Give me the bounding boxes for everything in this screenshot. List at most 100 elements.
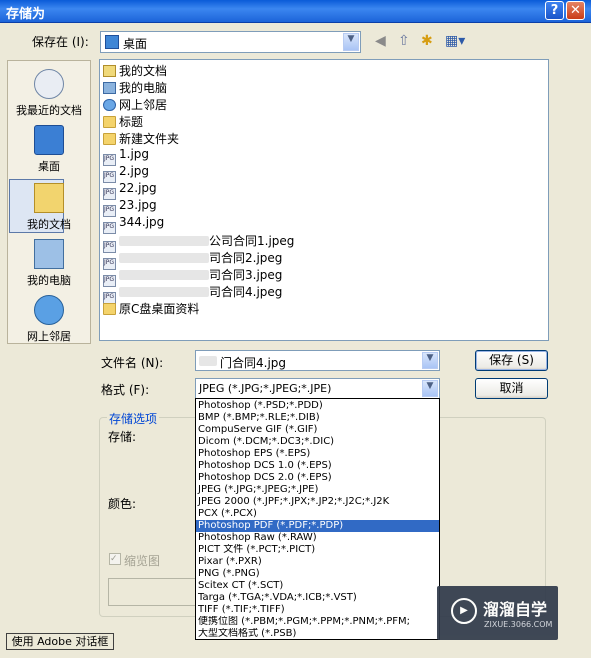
blurred-text <box>119 287 209 297</box>
watermark-name: 溜溜自学 <box>483 600 548 619</box>
watermark-url: ZIXUE.3066.COM <box>484 620 553 629</box>
format-option[interactable]: PCX (*.PCX) <box>196 508 439 520</box>
file-list-item[interactable]: JPG 23.jpg <box>103 198 157 217</box>
place-desktop[interactable]: 桌面 <box>8 125 90 174</box>
chevron-down-icon[interactable]: ▼ <box>343 33 359 51</box>
place-network[interactable]: 网上邻居 <box>8 295 90 344</box>
folder-icon <box>103 303 116 315</box>
file-list[interactable]: 我的文档我的电脑网上邻居标题新建文件夹 JPG 1.jpg JPG 2.jpg JPG 22… <box>99 59 549 341</box>
my-computer-icon <box>103 82 116 94</box>
thumbnail-label: 缩览图 <box>124 554 161 568</box>
place-my-computer[interactable]: 我的电脑 <box>8 239 90 288</box>
format-option[interactable]: CompuServe GIF (*.GIF) <box>196 424 439 436</box>
format-option[interactable]: Photoshop DCS 2.0 (*.EPS) <box>196 472 439 484</box>
file-name: 我的电脑 <box>119 81 168 95</box>
format-select[interactable]: JPEG (*.JPG;*.JPEG;*.JPE) ▼ <box>195 378 440 399</box>
format-option[interactable]: Photoshop DCS 1.0 (*.EPS) <box>196 460 439 472</box>
file-list-item[interactable]: 网上邻居 <box>103 96 167 112</box>
file-name: 22.jpg <box>119 181 157 195</box>
format-option[interactable]: BMP (*.BMP;*.RLE;*.DIB) <box>196 412 439 424</box>
folder-icon <box>103 133 116 145</box>
format-option[interactable]: Photoshop EPS (*.EPS) <box>196 448 439 460</box>
place-label: 我最近的文档 <box>16 104 82 117</box>
desktop-icon <box>105 35 119 49</box>
format-option[interactable]: Pixar (*.PXR) <box>196 556 439 568</box>
blurred-text <box>199 356 217 366</box>
file-name: 公司合同1.jpeg <box>209 234 295 248</box>
chevron-down-icon[interactable]: ▼ <box>422 352 438 369</box>
save-in-value: 桌面 <box>123 37 148 51</box>
file-list-item[interactable]: 标题 <box>103 113 143 129</box>
desktop-icon <box>34 125 64 155</box>
close-button[interactable]: ✕ <box>566 1 585 20</box>
file-name: 网上邻居 <box>119 98 168 112</box>
my-documents-icon <box>103 65 116 77</box>
format-option[interactable]: Photoshop Raw (*.RAW) <box>196 532 439 544</box>
watermark: ▶ 溜溜自学 ZIXUE.3066.COM <box>437 586 558 640</box>
file-list-item[interactable]: JPG 22.jpg <box>103 181 157 200</box>
save-in-label: 保存在 (I): <box>32 35 89 49</box>
format-option[interactable]: JPEG (*.JPG;*.JPEG;*.JPE) <box>196 484 439 496</box>
new-folder-icon[interactable]: ✱ <box>421 33 433 49</box>
file-list-item[interactable]: 原C盘桌面资料 <box>103 300 199 316</box>
format-option[interactable]: 便携位图 (*.PBM;*.PGM;*.PPM;*.PNM;*.PFM; <box>196 616 439 628</box>
help-button[interactable]: ? <box>545 1 564 20</box>
network-places-icon <box>34 295 64 325</box>
format-option[interactable]: PICT 文件 (*.PCT;*.PICT) <box>196 544 439 556</box>
file-list-item[interactable]: JPG 司合同4.jpeg <box>103 283 283 304</box>
place-my-documents[interactable]: 我的文档 <box>8 183 90 232</box>
file-list-item[interactable]: JPG 2.jpg <box>103 164 150 183</box>
thumbnail-checkbox[interactable]: ✓ <box>109 553 121 565</box>
file-name: 司合同2.jpeg <box>209 251 283 265</box>
filename-field[interactable]: 门合同4.jpg ▼ <box>195 350 440 371</box>
file-name: 司合同4.jpeg <box>209 285 283 299</box>
views-menu-icon[interactable]: ▦▾ <box>445 33 465 49</box>
format-option[interactable]: Scitex CT (*.SCT) <box>196 580 439 592</box>
format-option[interactable]: 大型文档格式 (*.PSB) <box>196 628 439 639</box>
file-name: 2.jpg <box>119 164 150 178</box>
file-name: 23.jpg <box>119 198 157 212</box>
color-label: 颜色: <box>108 497 137 511</box>
recent-documents-icon <box>34 69 64 99</box>
save-button[interactable]: 保存 (S) <box>475 350 548 371</box>
place-label: 桌面 <box>38 160 60 173</box>
file-list-item[interactable]: JPG 344.jpg <box>103 215 164 234</box>
filename-label: 文件名 (N): <box>101 356 164 370</box>
place-label: 我的电脑 <box>27 274 71 287</box>
file-name: 原C盘桌面资料 <box>119 302 200 316</box>
format-option[interactable]: JPEG 2000 (*.JPF;*.JPX;*.JP2;*.J2C;*.J2K <box>196 496 439 508</box>
format-option[interactable]: Photoshop (*.PSD;*.PDD) <box>196 400 439 412</box>
file-list-item[interactable]: 新建文件夹 <box>103 130 179 146</box>
format-option[interactable]: Photoshop PDF (*.PDF;*.PDP) <box>196 520 439 532</box>
window-title: 存储为 <box>6 7 46 22</box>
file-list-item[interactable]: 我的文档 <box>103 62 167 78</box>
places-bar: 我最近的文档 桌面 我的文档 我的电脑 网上邻居 <box>7 60 91 344</box>
file-name: 司合同3.jpeg <box>209 268 283 282</box>
use-adobe-dialog-button[interactable]: 使用 Adobe 对话框 <box>6 633 114 650</box>
file-list-item[interactable]: JPG 1.jpg <box>103 147 149 166</box>
format-label: 格式 (F): <box>101 383 150 397</box>
file-list-item[interactable]: 我的电脑 <box>103 79 167 95</box>
my-documents-icon <box>34 183 64 213</box>
cancel-button[interactable]: 取消 <box>475 378 548 399</box>
file-list-item[interactable]: JPG 司合同3.jpeg <box>103 266 283 287</box>
file-list-item[interactable]: JPG 司合同2.jpeg <box>103 249 283 270</box>
file-name: 标题 <box>119 115 144 129</box>
store-label: 存储: <box>108 430 137 444</box>
up-folder-icon[interactable]: ⇧ <box>398 33 410 49</box>
title-bar: 存储为 ? ✕ <box>0 0 591 23</box>
format-option[interactable]: Dicom (*.DCM;*.DC3;*.DIC) <box>196 436 439 448</box>
file-name: 新建文件夹 <box>119 132 180 146</box>
back-icon[interactable]: ◀ <box>375 33 386 49</box>
format-option[interactable]: Targa (*.TGA;*.VDA;*.ICB;*.VST) <box>196 592 439 604</box>
place-recent-documents[interactable]: 我最近的文档 <box>8 69 90 118</box>
format-dropdown-list[interactable]: Photoshop (*.PSD;*.PDD) BMP (*.BMP;*.RLE;… <box>195 398 440 640</box>
chevron-down-icon[interactable]: ▼ <box>422 380 438 397</box>
format-value: JPEG (*.JPG;*.JPEG;*.JPE) <box>199 382 332 395</box>
network-places-icon <box>103 99 116 111</box>
place-label: 网上邻居 <box>27 330 71 343</box>
format-option[interactable]: TIFF (*.TIF;*.TIFF) <box>196 604 439 616</box>
format-option[interactable]: PNG (*.PNG) <box>196 568 439 580</box>
file-list-item[interactable]: JPG 公司合同1.jpeg <box>103 232 295 253</box>
save-in-combo[interactable]: 桌面 ▼ <box>100 31 361 53</box>
